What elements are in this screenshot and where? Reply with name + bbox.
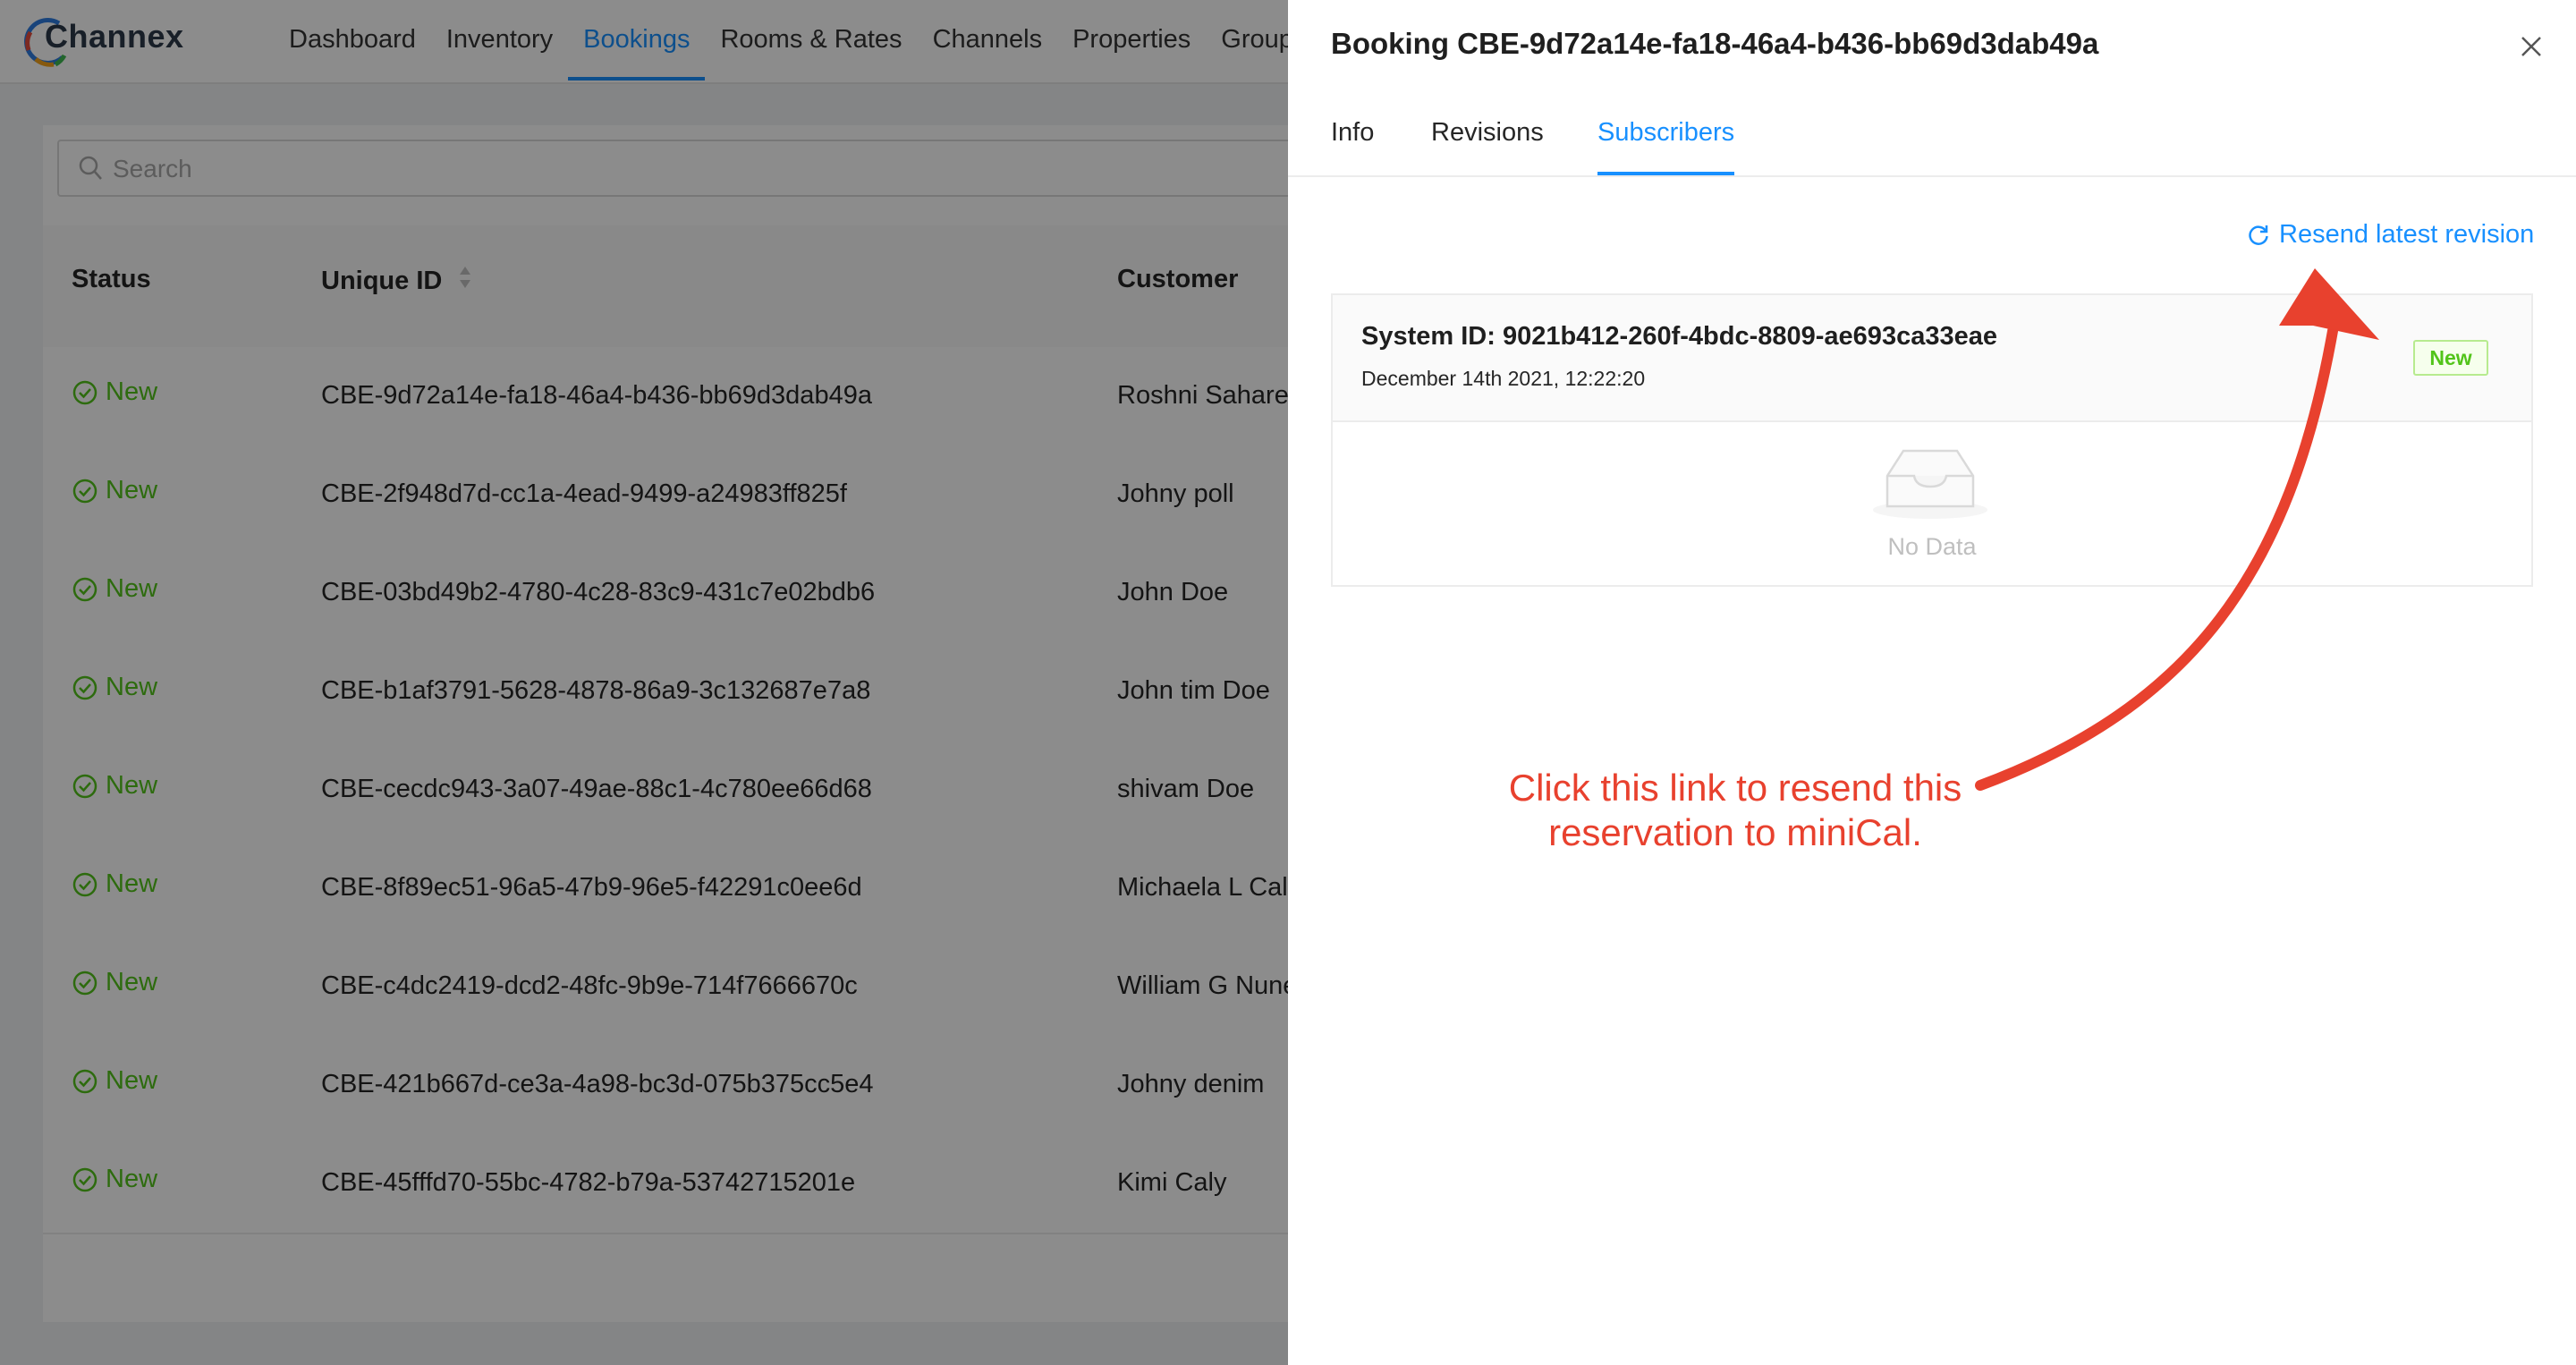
subscriber-system-id: System ID: 9021b412-260f-4bdc-8809-ae693… xyxy=(1361,322,1997,351)
booking-drawer: Booking CBE-9d72a14e-fa18-46a4-b436-bb69… xyxy=(1288,0,2576,1365)
annotation-line-2: reservation to miniCal. xyxy=(1548,811,1922,853)
status-badge: New xyxy=(2413,340,2488,376)
reload-icon xyxy=(2249,225,2268,245)
annotation-line-1: Click this link to resend this xyxy=(1508,767,1962,809)
modal-overlay-mask[interactable] xyxy=(0,0,1288,1365)
tab-subscribers[interactable]: Subscribers xyxy=(1597,118,1735,175)
subscriber-card-header: System ID: 9021b412-260f-4bdc-8809-ae693… xyxy=(1333,295,2531,422)
resend-latest-revision-link[interactable]: Resend latest revision xyxy=(2247,220,2534,250)
resend-link-label: Resend latest revision xyxy=(2279,220,2535,249)
subscriber-timestamp: December 14th 2021, 12:22:20 xyxy=(1361,367,1646,390)
drawer-tabs: Info Revisions Subscribers xyxy=(1288,89,2576,177)
subscriber-card: System ID: 9021b412-260f-4bdc-8809-ae693… xyxy=(1331,293,2533,587)
annotation-callout: Click this link to resend this reservati… xyxy=(1431,766,2039,855)
tab-revisions[interactable]: Revisions xyxy=(1431,118,1544,175)
drawer-title: Booking CBE-9d72a14e-fa18-46a4-b436-bb69… xyxy=(1331,27,2099,60)
close-icon[interactable] xyxy=(2513,29,2549,64)
tab-info[interactable]: Info xyxy=(1331,118,1374,175)
empty-inbox-icon xyxy=(1869,444,1991,525)
empty-state-text: No Data xyxy=(1887,533,1977,560)
